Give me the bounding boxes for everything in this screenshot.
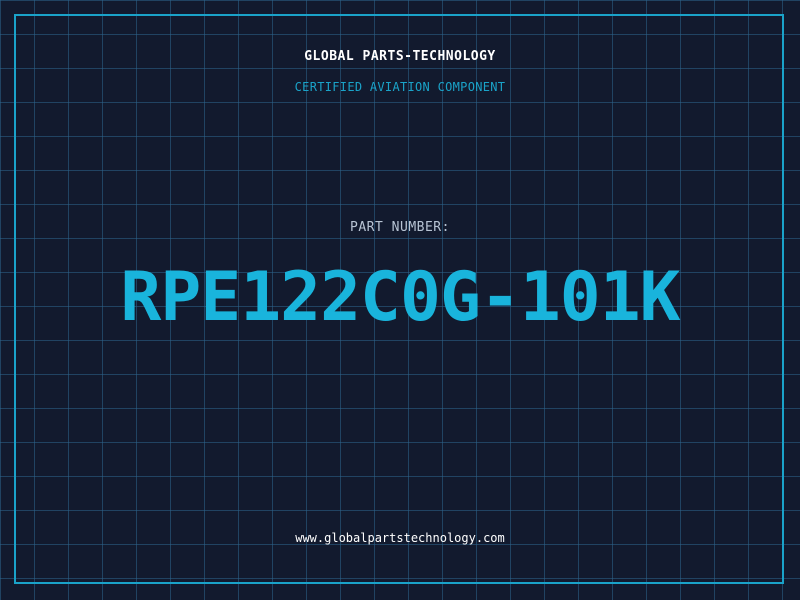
tagline: CERTIFIED AVIATION COMPONENT bbox=[294, 80, 506, 94]
company-name: GLOBAL PARTS-TECHNOLOGY bbox=[304, 49, 496, 64]
website-url: www.globalpartstechnology.com bbox=[295, 531, 505, 545]
part-number-value: RPE122C0G-101K bbox=[120, 258, 680, 337]
part-number-label: PART NUMBER: bbox=[350, 220, 450, 235]
